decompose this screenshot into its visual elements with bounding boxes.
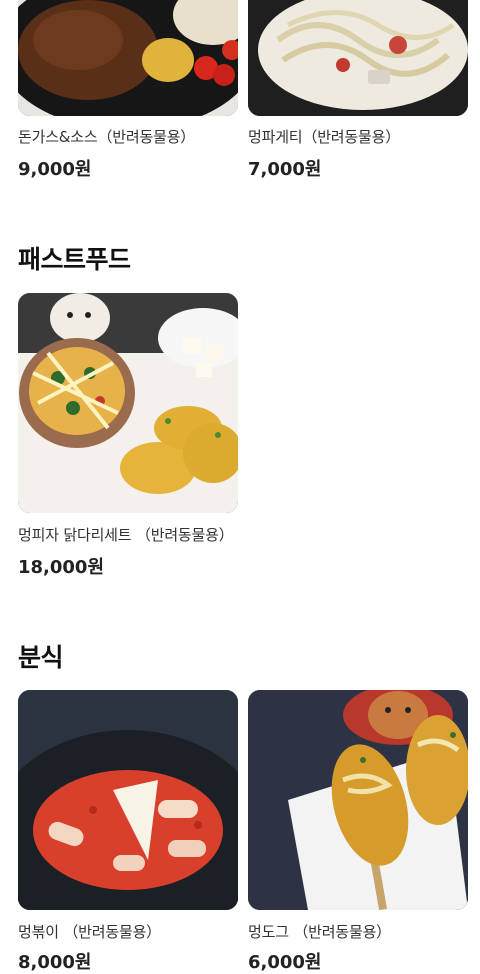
item-price: 7,000원 xyxy=(248,159,322,180)
spaghetti-image[interactable] xyxy=(248,0,468,116)
item-name: 멍도그 （반려동물용） xyxy=(248,923,391,941)
tonkatsu-image[interactable] xyxy=(18,0,238,116)
section-title-bunsik: 분식 xyxy=(18,643,64,672)
item-price: 18,000원 xyxy=(18,557,105,578)
menu-item-corndog[interactable]: 멍도그 （반려동물용） 6,000원 xyxy=(248,690,468,973)
pizza-chicken-image[interactable] xyxy=(18,293,238,513)
menu-item-pizza-chicken-set[interactable]: 멍피자 닭다리세트 （반려동물용） 18,000원 xyxy=(18,293,238,583)
menu-item-tteokbokki[interactable]: 멍볶이 （반려동물용） 8,000원 xyxy=(18,690,238,973)
item-name: 멍볶이 （반려동물용） xyxy=(18,923,161,941)
item-name: 멍파게티（반려동물용） xyxy=(248,128,401,146)
item-price: 6,000원 xyxy=(248,952,322,973)
tteokbokki-image[interactable] xyxy=(18,690,238,910)
section-title-fastfood: 패스트푸드 xyxy=(18,245,131,274)
item-name: 돈가스&소스（반려동물용） xyxy=(18,128,196,146)
item-name: 멍피자 닭다리세트 （반려동물용） xyxy=(18,526,234,544)
menu-item-tonkatsu[interactable]: 돈가스&소스（반려동물용） 9,000원 xyxy=(18,0,238,190)
menu-item-spaghetti[interactable]: 멍파게티（반려동물용） 7,000원 xyxy=(248,0,468,190)
item-price: 8,000원 xyxy=(18,952,92,973)
item-price: 9,000원 xyxy=(18,159,92,180)
corndog-image[interactable] xyxy=(248,690,468,910)
